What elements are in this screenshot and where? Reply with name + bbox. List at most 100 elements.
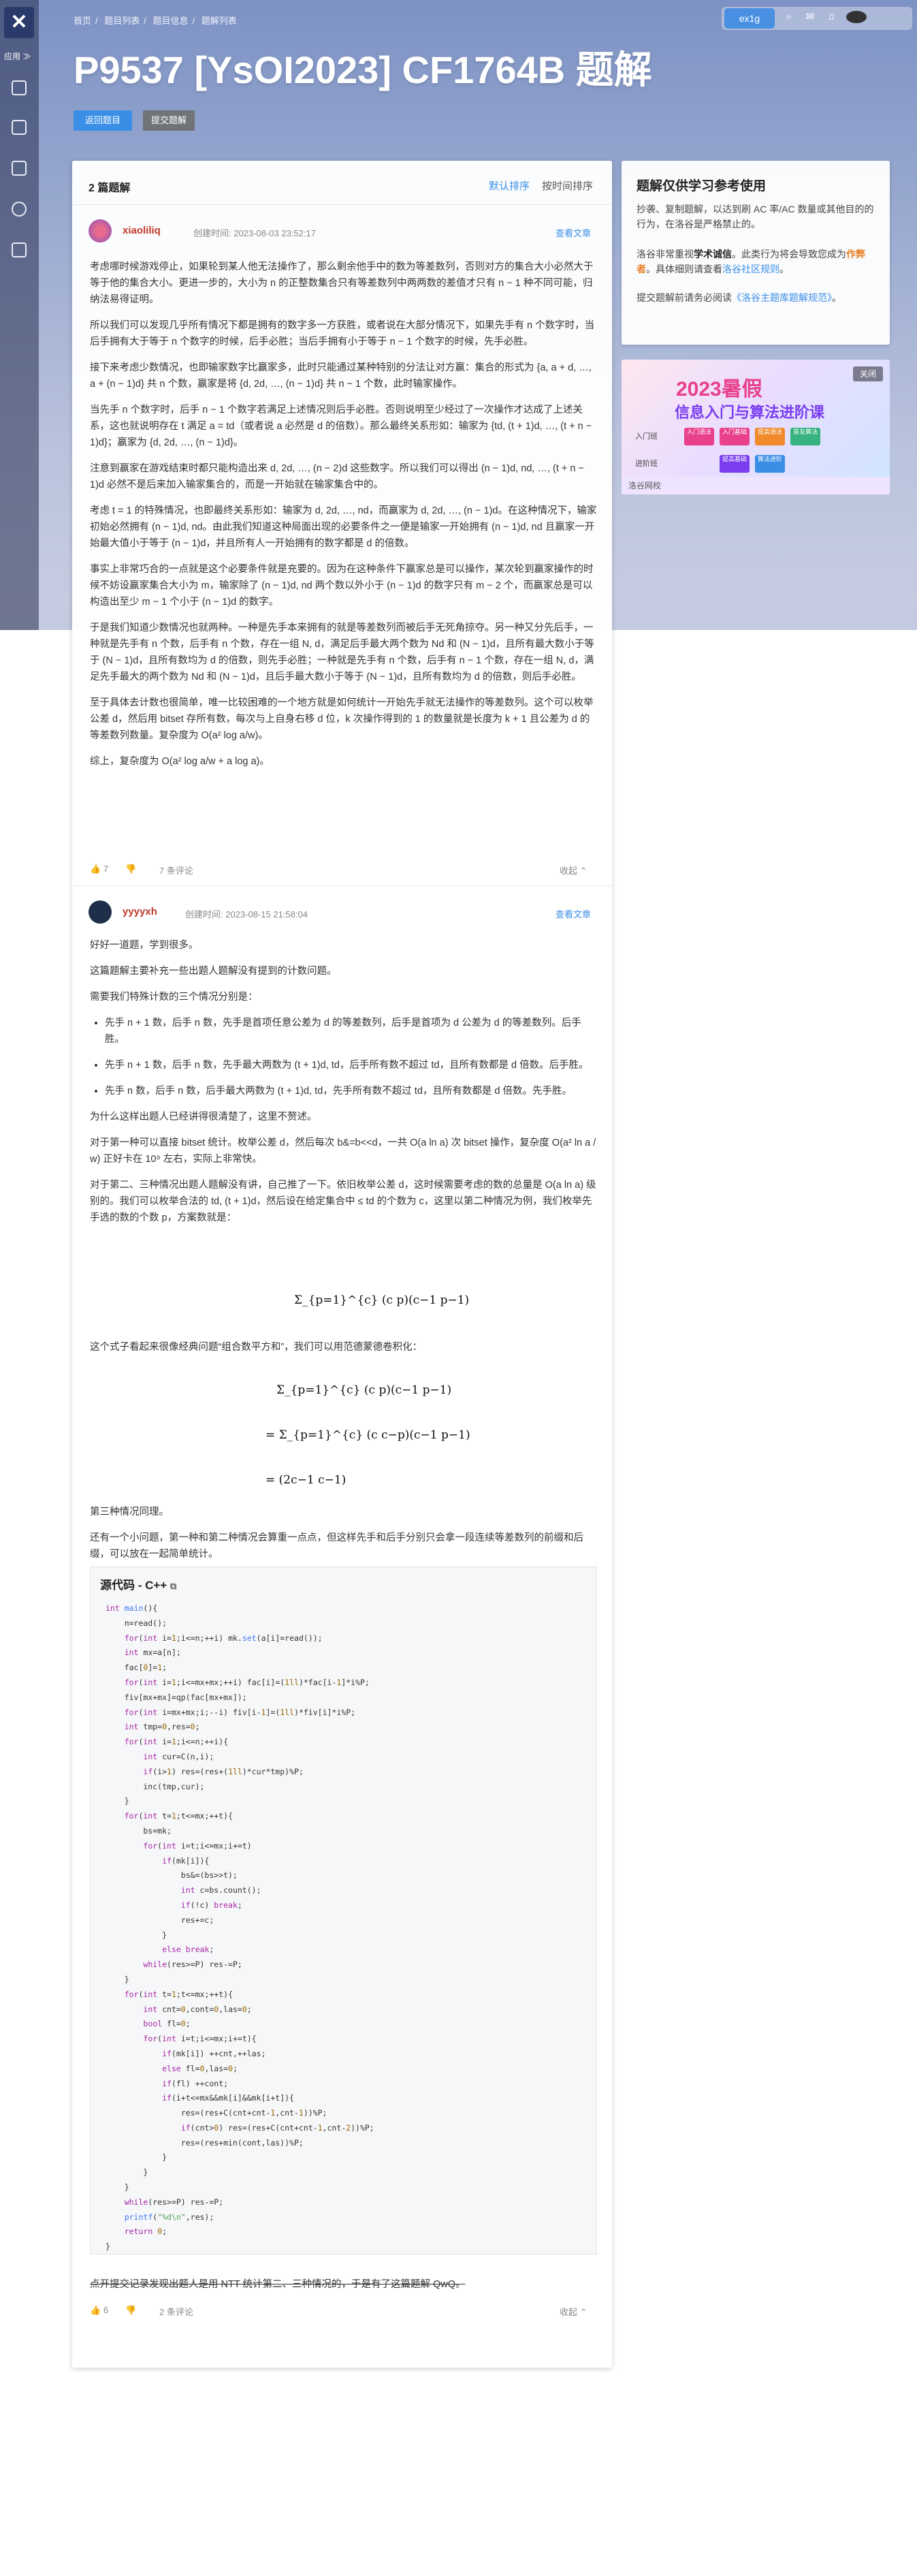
paragraph: 于是我们知道少数情况也就两种。一种是先手本来拥有的就是等差数列而被后手无死角掠夺… <box>90 623 594 682</box>
sort-default[interactable]: 默认排序 <box>489 178 530 193</box>
lang-button[interactable]: ex1g <box>724 8 775 29</box>
copy-icon[interactable]: ⧉ <box>170 1581 176 1591</box>
notice-p3: 提交题解前请务必阅读《洛谷主题库题解规范》。 <box>637 292 841 303</box>
like-count[interactable]: 👍 7 <box>90 864 108 875</box>
source-code: int main(){ n=read(); for(int i=1;i<=n;+… <box>106 1603 374 2252</box>
formula-step3: = (2c−1 c−1) <box>266 1473 347 1487</box>
paragraph: 还有一个小问题，第一种和第二种情况会算重一点点，但这样先手和后手分别只会拿一段连… <box>90 1533 583 1560</box>
collapse-button[interactable]: 收起 ⌃ <box>560 2305 588 2318</box>
back-to-problem-button[interactable]: 返回题目 <box>74 110 132 131</box>
solution-body: 这个式子看起来很像经典问题“组合数平方和”，我们可以用范德蒙德卷积化： <box>90 1339 597 1365</box>
paragraph: 这篇题解主要补充一些出题人题解没有提到的计数问题。 <box>90 966 337 977</box>
paragraph: 为什么这样出题人已经讲得很清楚了，这里不赘述。 <box>90 1112 317 1122</box>
crumb-home[interactable]: 首页 <box>74 16 91 26</box>
formula-step1: Σ_{p=1}^{c} (c p)(c−1 p−1) <box>276 1383 452 1397</box>
crumb-problem[interactable]: 题目信息 <box>153 16 189 26</box>
paragraph: 对于第二、三种情况出题人题解没有讲，自己推了一下。依旧枚举公差 d，这时候需要考… <box>90 1180 596 1223</box>
ad-close-button[interactable]: 关闭 <box>853 366 883 381</box>
search-icon[interactable]: ⌕ <box>783 11 795 23</box>
stats-icon[interactable] <box>12 161 27 176</box>
view-article-link[interactable]: 查看文章 <box>556 226 591 239</box>
paragraph: 接下来考虑少数情况，也即输家数字比赢家多，此时只能通过某种特别的分法让对方赢：集… <box>90 362 592 390</box>
community-rules-link[interactable]: 洛谷社区规则 <box>722 264 779 274</box>
ad-chip: 提高基础 <box>720 455 750 473</box>
ad-subtitle: 信息入门与算法进阶课 <box>675 404 825 421</box>
divider <box>72 204 612 205</box>
crumb-solutions[interactable]: 题解列表 <box>202 16 237 26</box>
paragraph: 所以我们可以发现几乎所有情况下都是拥有的数字多一方获胜，或者说在大部分情况下，如… <box>90 320 595 347</box>
formula-step2: = Σ_{p=1}^{c} (c c−p)(c−1 p−1) <box>266 1428 470 1442</box>
code-block: 源代码 - C++ ⧉ int main(){ n=read(); for(in… <box>90 1567 597 2255</box>
page-title: P9537 [YsOI2023] CF1764B 题解 <box>74 48 652 91</box>
list-item: 先手 n + 1 数，后手 n 数，先手最大两数为 (t + 1)d, td，后… <box>105 1057 597 1073</box>
paragraph: 注意到赢家在游戏结束时都只能构造出来 d, 2d, …, (n − 2)d 这些… <box>90 463 584 490</box>
ad-chip: 入门语法 <box>684 428 714 445</box>
ad-row-label: 进阶班 <box>635 460 658 468</box>
dislike-button[interactable]: 👎 <box>125 864 136 875</box>
solution-body: 考虑哪时候游戏停止，如果轮到某人他无法操作了，那么剩余他手中的数为等差数列，否则… <box>90 259 597 779</box>
paragraph: 第三种情况同理。 <box>90 1507 169 1518</box>
top-bar: 首页 / 题目列表 / 题目信息 / 题解列表 ex1g ⌕ ✉ ♫ <box>0 0 917 41</box>
notice-p2: 洛谷非常重视学术诚信。此类行为将会导致您成为作弊者。具体细则请查看洛谷社区规则。 <box>637 249 865 274</box>
comment-count[interactable]: 7 条评论 <box>159 864 193 877</box>
comment-count[interactable]: 2 条评论 <box>159 2305 193 2318</box>
paragraph: 综上，复杂度为 O(a² log a/w + a log a)。 <box>90 756 270 767</box>
ad-chip: 入门基础 <box>720 428 750 445</box>
list-item: 先手 n + 1 数，后手 n 数，先手是首项任意公差为 d 的等差数列，后手是… <box>105 1015 597 1048</box>
luogu-logo[interactable]: ✕ <box>4 7 34 38</box>
solution-rules-link[interactable]: 《洛谷主题库题解规范》 <box>732 292 832 303</box>
notice-p1: 抄袭、复制题解，以达到刷 AC 率/AC 数量或其他目的的行为，在洛谷是严格禁止… <box>637 204 874 230</box>
paragraph: 至于具体去计数也很简单，唯一比较困难的一个地方就是如何统计一开始先手就无法操作的… <box>90 697 594 741</box>
paragraph: 当先手 n 个数字时，后手 n − 1 个数字若满足上述情况则后手必胜。否则说明… <box>90 405 592 448</box>
collapse-button[interactable]: 收起 ⌃ <box>560 864 588 877</box>
paragraph: 好好一道题，学到很多。 <box>90 940 199 951</box>
paragraph: 事实上非常巧合的一点就是这个必要条件就是充要的。因为在这种条件下赢家总是可以操作… <box>90 564 594 608</box>
notice-card: 题解仅供学习参考使用 抄袭、复制题解，以达到刷 AC 率/AC 数量或其他目的的… <box>622 161 890 345</box>
strike-note: 点开提交记录发现出题人是用 NTT 统计第二、三种情况的，于是有了这篇题解 Qw… <box>90 2279 466 2290</box>
notice-title: 题解仅供学习参考使用 <box>637 179 767 193</box>
ad-chip: 普及算法 <box>790 428 820 445</box>
author-name[interactable]: xiaoliliq <box>123 225 161 236</box>
record-icon[interactable] <box>12 120 27 135</box>
avatar[interactable] <box>89 219 112 242</box>
ad-chip: 算法进阶 <box>755 455 785 473</box>
avatar[interactable] <box>846 11 867 23</box>
breadcrumb: 首页 / 题目列表 / 题目信息 / 题解列表 <box>74 16 237 26</box>
pie-icon[interactable] <box>12 202 27 217</box>
view-article-link[interactable]: 查看文章 <box>556 907 591 920</box>
problem-icon[interactable] <box>12 80 27 95</box>
like-count[interactable]: 👍 6 <box>90 2305 108 2316</box>
code-title: 源代码 - C++ ⧉ <box>100 1579 177 1592</box>
list-item: 先手 n 数，后手 n 数，后手最大两数为 (t + 1)d, td，先手所有数… <box>105 1083 597 1099</box>
app-menu[interactable]: 应用 ≫ <box>4 50 31 62</box>
crumb-problems[interactable]: 题目列表 <box>104 16 140 26</box>
create-time: 创建时间: 2023-08-03 23:52:17 <box>193 228 316 238</box>
paragraph: 这个式子看起来很像经典问题“组合数平方和”，我们可以用范德蒙德卷积化： <box>90 1342 423 1353</box>
solution-count: 2 篇题解 <box>89 183 131 194</box>
mail-icon[interactable]: ✉ <box>804 11 816 23</box>
create-time: 创建时间: 2023-08-15 21:58:04 <box>185 909 308 920</box>
bell-icon[interactable]: ♫ <box>825 11 837 23</box>
paragraph: 需要我们特殊计数的三个情况分别是： <box>90 992 258 1003</box>
chat-icon[interactable] <box>12 242 27 257</box>
ad-title: 2023暑假 <box>676 378 762 400</box>
solution-body: 第三种情况同理。 还有一个小问题，第一种和第二种情况会算重一点点，但这样先手和后… <box>90 1504 597 1572</box>
dislike-button[interactable]: 👎 <box>125 2305 136 2316</box>
ad-footer: 洛谷网校 <box>622 477 890 494</box>
ad-banner[interactable]: 2023暑假 信息入门与算法进阶课 关闭 入门班 进阶班 入门语法 入门基础 提… <box>622 360 890 494</box>
solution-body: 好好一道题，学到很多。 这篇题解主要补充一些出题人题解没有提到的计数问题。 需要… <box>90 937 597 1236</box>
ad-chip: 提高语法 <box>755 428 785 445</box>
formula-sum: Σ_{p=1}^{c} (c p)(c−1 p−1) <box>294 1293 470 1307</box>
ad-row-label: 入门班 <box>635 433 658 441</box>
paragraph: 对于第一种可以直接 bitset 统计。枚举公差 d，然后每次 b&=b<<d，… <box>90 1137 596 1165</box>
solutions-card: 2 篇题解 默认排序 按时间排序 xiaoliliq 创建时间: 2023-08… <box>72 161 612 2368</box>
paragraph: 考虑哪时候游戏停止，如果轮到某人他无法操作了，那么剩余他手中的数为等差数列，否则… <box>90 262 594 305</box>
submit-solution-button[interactable]: 提交题解 <box>143 110 195 131</box>
case-list: 先手 n + 1 数，后手 n 数，先手是首项任意公差为 d 的等差数列，后手是… <box>105 1015 597 1099</box>
sort-by-time[interactable]: 按时间排序 <box>542 178 593 193</box>
left-sidebar: ✕ 应用 ≫ <box>0 0 39 630</box>
divider <box>72 885 612 886</box>
avatar[interactable] <box>89 900 112 924</box>
author-name[interactable]: yyyyxh <box>123 906 157 917</box>
paragraph: 考虑 t = 1 的特殊情况，也即最终关系形如：输家为 d, 2d, …, nd… <box>90 505 597 549</box>
